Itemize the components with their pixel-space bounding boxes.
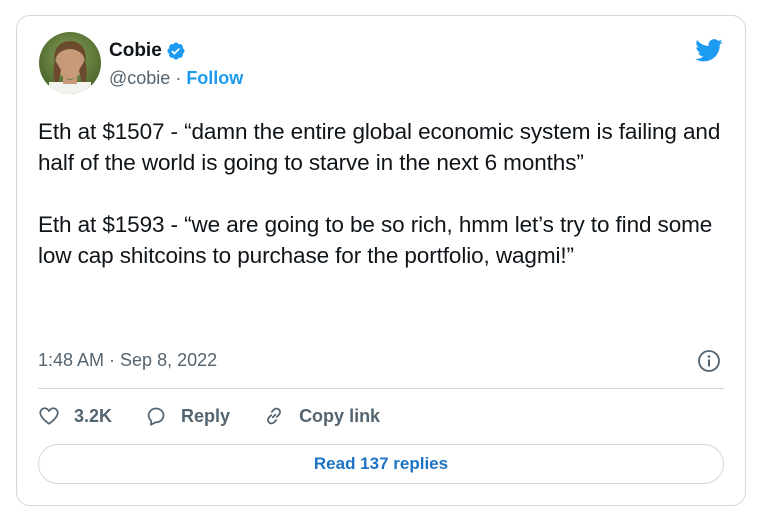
read-replies-button[interactable]: Read 137 replies — [38, 444, 724, 484]
tweet-timestamp[interactable]: 1:48 AM · Sep 8, 2022 — [38, 348, 217, 372]
handle-row: @cobie · Follow — [109, 66, 243, 90]
like-count: 3.2K — [74, 405, 113, 426]
avatar[interactable] — [39, 32, 101, 94]
divider — [38, 388, 724, 389]
action-bar: 3.2K Reply Copy link — [38, 401, 413, 431]
reply-button[interactable]: Reply — [145, 405, 230, 427]
author-name-row: Cobie — [109, 39, 186, 63]
reply-label: Reply — [181, 405, 231, 426]
info-icon[interactable] — [697, 349, 721, 373]
like-button[interactable]: 3.2K — [38, 405, 112, 427]
handle-separator: · — [170, 68, 187, 88]
twitter-bird-icon[interactable] — [693, 36, 725, 64]
tweet-text: Eth at $1507 - “damn the entire global e… — [38, 119, 721, 268]
copy-link-button[interactable]: Copy link — [263, 405, 380, 427]
author-handle[interactable]: @cobie — [109, 68, 170, 88]
author-name[interactable]: Cobie — [109, 39, 162, 63]
follow-button[interactable]: Follow — [186, 68, 243, 88]
verified-badge-icon — [166, 41, 186, 61]
heart-icon — [39, 407, 59, 425]
link-icon — [267, 407, 282, 425]
copy-link-label: Copy link — [299, 405, 381, 426]
tweet-card: Cobie @cobie · Follow Eth at $1507 - “da… — [16, 15, 746, 506]
reply-bubble-icon — [147, 407, 165, 426]
